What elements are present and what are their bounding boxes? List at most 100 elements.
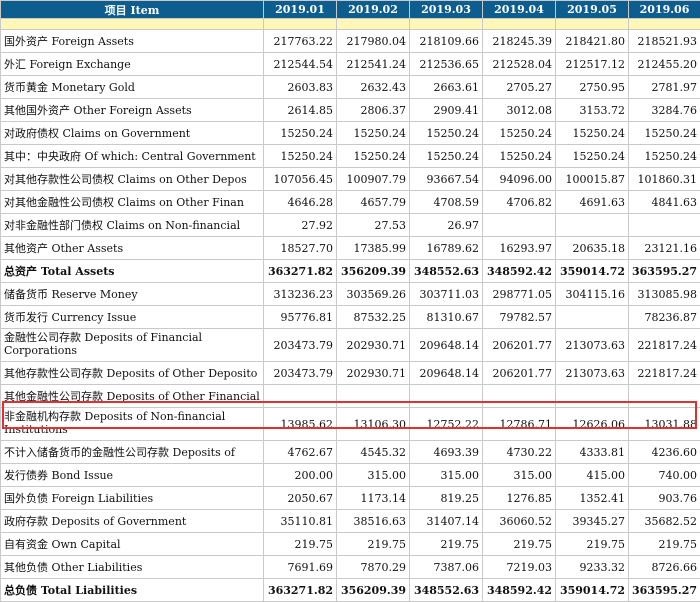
cell-2019-04: 36060.52 <box>483 510 556 533</box>
row-label: 其中：中央政府 Of which: Central Government <box>1 145 264 168</box>
cell-2019-06: 740.00 <box>629 464 700 487</box>
cell-2019-04: 206201.77 <box>483 362 556 385</box>
row-other-foreign-assets: 其他国外资产 Other Foreign Assets 2614.85 2806… <box>1 99 700 122</box>
cell-2019-04: 16293.97 <box>483 237 556 260</box>
row-other-assets: 其他资产 Other Assets 18527.70 17385.99 1678… <box>1 237 700 260</box>
row-label: 储备货币 Reserve Money <box>1 283 264 306</box>
row-label: 政府存款 Deposits of Government <box>1 510 264 533</box>
row-label: 对其他金融性公司债权 Claims on Other Finan <box>1 191 264 214</box>
row-reserve-money: 储备货币 Reserve Money 313236.23 303569.26 3… <box>1 283 700 306</box>
row-label: 外汇 Foreign Exchange <box>1 53 264 76</box>
cell-2019-02: 356209.39 <box>337 579 410 602</box>
cell-2019-04: 348592.42 <box>483 260 556 283</box>
cell-2019-06: 15250.24 <box>629 145 700 168</box>
row-own-capital: 自有资金 Own Capital 219.75 219.75 219.75 21… <box>1 533 700 556</box>
cell-2019-03: 15250.24 <box>410 145 483 168</box>
row-label: 自有资金 Own Capital <box>1 533 264 556</box>
cell-2019-02: 2806.37 <box>337 99 410 122</box>
row-label: 金融性公司存款 Deposits of Financial Corporatio… <box>1 329 264 362</box>
cell-2019-01: 35110.81 <box>264 510 337 533</box>
row-label: 总资产 Total Assets <box>1 260 264 283</box>
cell-2019-02: 4657.79 <box>337 191 410 214</box>
cell-2019-04: 219.75 <box>483 533 556 556</box>
cell-2019-02: 202930.71 <box>337 329 410 362</box>
cell-2019-03: 348552.63 <box>410 579 483 602</box>
row-deposits-other-financial: 其他金融性公司存款 Deposits of Other Financial <box>1 385 700 408</box>
row-label: 货币发行 Currency Issue <box>1 306 264 329</box>
header-item: 项目 Item <box>1 1 264 19</box>
cell-2019-01: 217763.22 <box>264 30 337 53</box>
cell-2019-02: 212541.24 <box>337 53 410 76</box>
header-2019-04: 2019.04 <box>483 1 556 19</box>
cell-2019-05: 20635.18 <box>556 237 629 260</box>
cell-2019-03: 16789.62 <box>410 237 483 260</box>
header-2019-03: 2019.03 <box>410 1 483 19</box>
cell-2019-03: 2909.41 <box>410 99 483 122</box>
cell-2019-06: 15250.24 <box>629 122 700 145</box>
cell-2019-02: 15250.24 <box>337 145 410 168</box>
cell-2019-03: 303711.03 <box>410 283 483 306</box>
cell-2019-03: 4693.39 <box>410 441 483 464</box>
cell-2019-04: 315.00 <box>483 464 556 487</box>
cell-2019-02: 38516.63 <box>337 510 410 533</box>
cell-2019-02: 13106.30 <box>337 408 410 441</box>
row-foreign-assets: 国外资产 Foreign Assets 217763.22 217980.04 … <box>1 30 700 53</box>
row-label: 对政府债权 Claims on Government <box>1 122 264 145</box>
cell-2019-01: 363271.82 <box>264 260 337 283</box>
cell-2019-01: 203473.79 <box>264 362 337 385</box>
cell-2019-03: 26.97 <box>410 214 483 237</box>
row-other-liabilities: 其他负债 Other Liabilities 7691.69 7870.29 7… <box>1 556 700 579</box>
cell-2019-05: 12626.06 <box>556 408 629 441</box>
row-currency-issue: 货币发行 Currency Issue 95776.81 87532.25 81… <box>1 306 700 329</box>
cell-2019-02: 1173.14 <box>337 487 410 510</box>
cell-2019-04: 218245.39 <box>483 30 556 53</box>
cell-2019-02: 202930.71 <box>337 362 410 385</box>
row-monetary-gold: 货币黄金 Monetary Gold 2603.83 2632.43 2663.… <box>1 76 700 99</box>
cell-2019-01: 313236.23 <box>264 283 337 306</box>
row-total-liabilities: 总负债 Total Liabilities 363271.82 356209.3… <box>1 579 700 602</box>
cell-2019-05: 212517.12 <box>556 53 629 76</box>
cell-2019-06: 23121.16 <box>629 237 700 260</box>
cell-2019-01: 107056.45 <box>264 168 337 191</box>
row-label: 对非金融性部门债权 Claims on Non-financial <box>1 214 264 237</box>
row-label: 其他资产 Other Assets <box>1 237 264 260</box>
row-deposits-government: 政府存款 Deposits of Government 35110.81 385… <box>1 510 700 533</box>
cell-2019-05: 9233.32 <box>556 556 629 579</box>
cell-2019-06: 363595.27 <box>629 260 700 283</box>
cell-2019-05: 2750.95 <box>556 76 629 99</box>
cell-2019-01: 15250.24 <box>264 122 337 145</box>
cell-2019-03: 209648.14 <box>410 329 483 362</box>
row-label: 其他负债 Other Liabilities <box>1 556 264 579</box>
header-2019-05: 2019.05 <box>556 1 629 19</box>
cell-2019-06 <box>629 214 700 237</box>
cell-2019-04: 12786.71 <box>483 408 556 441</box>
cell-2019-04: 1276.85 <box>483 487 556 510</box>
cell-2019-02: 17385.99 <box>337 237 410 260</box>
cell-2019-02: 4545.32 <box>337 441 410 464</box>
cell-2019-05: 39345.27 <box>556 510 629 533</box>
cell-2019-06: 78236.87 <box>629 306 700 329</box>
cell-2019-04: 7219.03 <box>483 556 556 579</box>
cell-2019-01: 219.75 <box>264 533 337 556</box>
row-label: 不计入储备货币的金融性公司存款 Deposits of <box>1 441 264 464</box>
cell-2019-03: 819.25 <box>410 487 483 510</box>
cell-2019-01: 2603.83 <box>264 76 337 99</box>
cell-2019-03: 348552.63 <box>410 260 483 283</box>
cell-2019-02: 303569.26 <box>337 283 410 306</box>
cell-2019-02: 219.75 <box>337 533 410 556</box>
cell-2019-05: 100015.87 <box>556 168 629 191</box>
row-bond-issue: 发行债券 Bond Issue 200.00 315.00 315.00 315… <box>1 464 700 487</box>
row-central-government: 其中：中央政府 Of which: Central Government 152… <box>1 145 700 168</box>
row-claims-non-financial: 对非金融性部门债权 Claims on Non-financial 27.92 … <box>1 214 700 237</box>
header-2019-02: 2019.02 <box>337 1 410 19</box>
cell-2019-02: 100907.79 <box>337 168 410 191</box>
cell-2019-05: 304115.16 <box>556 283 629 306</box>
row-deposits-financial-corporations: 金融性公司存款 Deposits of Financial Corporatio… <box>1 329 700 362</box>
cell-2019-03: 93667.54 <box>410 168 483 191</box>
cell-2019-06: 363595.27 <box>629 579 700 602</box>
cell-2019-04: 4730.22 <box>483 441 556 464</box>
cell-2019-03: 209648.14 <box>410 362 483 385</box>
cell-2019-01: 203473.79 <box>264 329 337 362</box>
cell-2019-06 <box>629 385 700 408</box>
cell-2019-05: 4691.63 <box>556 191 629 214</box>
